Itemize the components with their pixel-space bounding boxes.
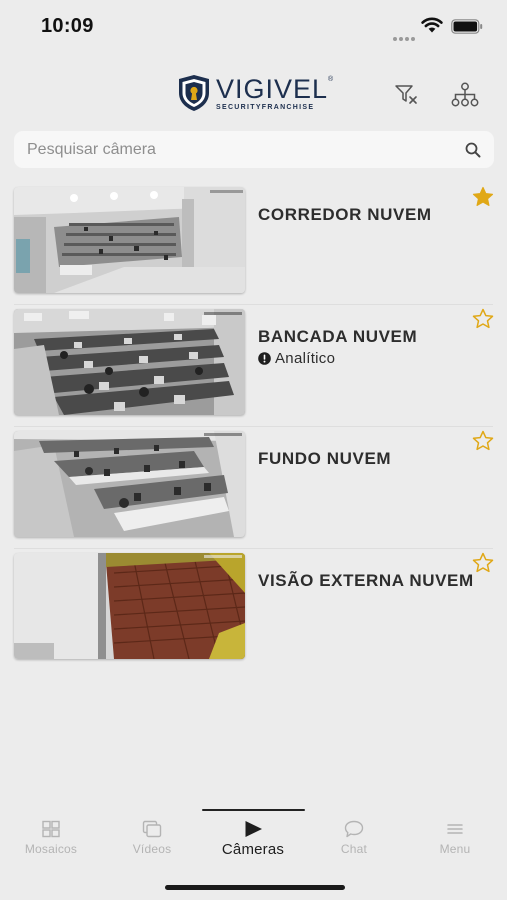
- active-tab-indicator: [202, 809, 305, 811]
- menu-icon: [447, 824, 463, 834]
- chat-bubble-icon: [344, 820, 364, 838]
- tab-cameras[interactable]: Câmeras: [203, 820, 303, 858]
- search-input[interactable]: [14, 131, 454, 168]
- tab-menu[interactable]: Menu: [405, 820, 505, 856]
- search-bar: [14, 131, 494, 168]
- star-outline-icon[interactable]: [472, 552, 494, 574]
- camera-row[interactable]: BANCADA NUVEM Analítico: [0, 304, 507, 427]
- badge-label: Analítico: [275, 350, 336, 367]
- filter-clear-icon[interactable]: [394, 82, 420, 108]
- tab-mosaicos[interactable]: Mosaicos: [1, 820, 101, 856]
- star-outline-icon[interactable]: [472, 430, 494, 452]
- app-header: VIGIVEL® SECURITYFRANCHISE: [0, 70, 507, 120]
- logo-subtitle: SECURITYFRANCHISE: [216, 103, 315, 111]
- camera-name: VISÃO EXTERNA NUVEM: [258, 571, 474, 590]
- vigivel-logo: VIGIVEL® SECURITYFRANCHISE: [176, 74, 334, 112]
- tab-label: Câmeras: [221, 841, 285, 858]
- camera-row[interactable]: CORREDOR NUVEM: [0, 183, 507, 305]
- tab-label: Chat: [340, 842, 368, 856]
- tab-label: Vídeos: [132, 842, 172, 856]
- camera-list: CORREDOR NUVEM BANCADA NUVEM Analítico F…: [0, 183, 507, 671]
- camera-name: BANCADA NUVEM: [258, 327, 418, 346]
- camera-row[interactable]: FUNDO NUVEM: [0, 426, 507, 549]
- star-filled-icon[interactable]: [472, 186, 494, 208]
- camera-snapshot-bancada: [14, 309, 245, 415]
- analytics-badge: Analítico: [258, 350, 335, 367]
- camera-row[interactable]: VISÃO EXTERNA NUVEM: [0, 548, 507, 671]
- status-bar: 10:09: [0, 0, 507, 54]
- camera-thumbnail[interactable]: [14, 309, 245, 415]
- camera-name: CORREDOR NUVEM: [258, 205, 432, 224]
- tab-label: Menu: [439, 842, 471, 856]
- camera-snapshot-externa: [14, 553, 245, 659]
- camera-thumbnail[interactable]: [14, 187, 245, 293]
- logo-title: VIGIVEL®: [216, 73, 335, 104]
- camera-snapshot-corredor: [14, 187, 245, 293]
- grid-icon: [42, 820, 60, 838]
- tab-chat[interactable]: Chat: [304, 820, 404, 856]
- play-icon: [245, 821, 262, 837]
- hierarchy-icon[interactable]: [451, 82, 479, 108]
- wifi-icon: [421, 17, 443, 33]
- star-outline-icon[interactable]: [472, 308, 494, 330]
- home-indicator[interactable]: [165, 885, 345, 890]
- status-time: 10:09: [41, 15, 94, 37]
- camera-snapshot-fundo: [14, 431, 245, 537]
- search-icon[interactable]: [465, 142, 481, 158]
- battery-icon: [451, 19, 483, 34]
- signal-dots-icon: [393, 28, 417, 46]
- tab-videos[interactable]: Vídeos: [102, 820, 202, 856]
- videos-icon: [142, 820, 162, 838]
- tab-label: Mosaicos: [24, 842, 78, 856]
- camera-thumbnail[interactable]: [14, 553, 245, 659]
- camera-thumbnail[interactable]: [14, 431, 245, 537]
- camera-name: FUNDO NUVEM: [258, 449, 392, 468]
- alert-circle-icon: [258, 352, 271, 365]
- shield-keyhole-icon: [179, 75, 209, 111]
